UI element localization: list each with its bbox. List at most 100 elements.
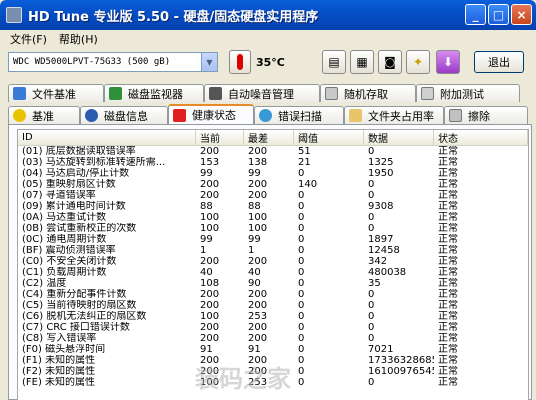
table-row[interactable]: (0B) 尝试重新校正的次数 100 100 0 0 正常 <box>18 223 528 234</box>
cell-id: (0A) 马达重试计数 <box>22 212 107 223</box>
table-row[interactable]: (C0) 不安全关闭计数 200 200 0 342 正常 <box>18 256 528 267</box>
table-row[interactable]: (03) 马达旋转到标准转速所需... 153 138 21 1325 正常 <box>18 157 528 168</box>
copy-info-button[interactable]: ▦ <box>350 50 374 74</box>
cell-current: 108 <box>200 278 220 289</box>
table-row[interactable]: (F2) 未知的属性 200 200 0 16100976545 正常 <box>18 366 528 377</box>
table-row[interactable]: (F0) 磁头悬浮时间 91 91 0 7021 正常 <box>18 344 528 355</box>
cell-data: 0 <box>368 300 375 311</box>
save-button[interactable]: ⬇ <box>436 50 460 74</box>
cell-id: (F1) 未知的属性 <box>22 355 96 366</box>
exit-button[interactable]: 退出 <box>474 51 524 73</box>
options-button[interactable]: ✦ <box>406 50 430 74</box>
table-row[interactable]: (C6) 脱机无法纠正的扇区数 100 253 0 0 正常 <box>18 311 528 322</box>
cell-threshold: 0 <box>298 322 305 333</box>
tab-label: 擦除 <box>468 109 490 123</box>
cell-worst: 200 <box>248 355 268 366</box>
drive-select[interactable]: WDC WD5000LPVT-75G33 (500 gB) ▼ <box>8 52 218 72</box>
col-worst[interactable]: 最差 <box>244 130 294 145</box>
col-id[interactable]: ID <box>18 130 196 145</box>
table-row[interactable]: (C7) CRC 接口错误计数 200 200 0 0 正常 <box>18 322 528 333</box>
tab-label: 错误扫描 <box>278 109 322 123</box>
cell-worst: 200 <box>248 333 268 344</box>
eraser-icon <box>449 109 462 122</box>
cell-threshold: 0 <box>298 311 305 322</box>
folder-icon <box>349 109 362 122</box>
tab-file-benchmark[interactable]: 文件基准 <box>8 84 104 102</box>
cell-data: 480038 <box>368 267 407 278</box>
tab-random-access[interactable]: 随机存取 <box>320 84 416 102</box>
tab-disk-monitor[interactable]: 磁盘监视器 <box>104 84 204 102</box>
chevron-down-icon[interactable]: ▼ <box>201 53 217 71</box>
cell-threshold: 0 <box>298 300 305 311</box>
cell-data: 0 <box>368 179 375 190</box>
cell-data: 17336328685 <box>368 355 434 366</box>
tab-benchmark[interactable]: 基准 <box>8 106 80 124</box>
maximize-button[interactable]: □ <box>488 4 509 25</box>
col-threshold[interactable]: 阈值 <box>294 130 364 145</box>
cell-worst: 200 <box>248 289 268 300</box>
file-benchmark-icon <box>13 87 26 100</box>
cell-status: 正常 <box>438 146 458 157</box>
copy-text-button[interactable]: ▤ <box>322 50 346 74</box>
cell-id: (04) 马达启动/停止计数 <box>22 168 130 179</box>
table-row[interactable]: (C4) 重新分配事件计数 200 200 0 0 正常 <box>18 289 528 300</box>
table-row[interactable]: (C5) 当前待映射的扇区数 200 200 0 0 正常 <box>18 300 528 311</box>
table-row[interactable]: (C1) 负载周期计数 40 40 0 480038 正常 <box>18 267 528 278</box>
tab-error-scan[interactable]: 错误扫描 <box>254 106 344 124</box>
tab-extra-tests[interactable]: 附加测试 <box>416 84 520 102</box>
table-row[interactable]: (04) 马达启动/停止计数 99 99 0 1950 正常 <box>18 168 528 179</box>
cell-data: 16100976545 <box>368 366 434 377</box>
cell-current: 1 <box>200 245 207 256</box>
tab-disk-info[interactable]: 磁盘信息 <box>80 106 168 124</box>
minimize-button[interactable]: _ <box>465 4 486 25</box>
menu-help[interactable]: 帮助(H) <box>53 31 104 47</box>
close-button[interactable]: × <box>511 4 532 25</box>
cell-worst: 200 <box>248 190 268 201</box>
table-row[interactable]: (BF) 震动侦测错误率 1 1 0 12458 正常 <box>18 245 528 256</box>
tab-aam[interactable]: 自动噪音管理 <box>204 84 320 102</box>
screenshot-button[interactable]: ◙ <box>378 50 402 74</box>
cell-current: 200 <box>200 333 220 344</box>
table-row[interactable]: (07) 寻道错误率 200 200 0 0 正常 <box>18 190 528 201</box>
save-icon: ⬇ <box>442 55 454 69</box>
cell-id: (C6) 脱机无法纠正的扇区数 <box>22 311 147 322</box>
tab-erase[interactable]: 擦除 <box>444 106 528 124</box>
table-row[interactable]: (01) 底层数据读取错误率 200 200 51 0 正常 <box>18 146 528 157</box>
cell-threshold: 0 <box>298 333 305 344</box>
cell-status: 正常 <box>438 311 458 322</box>
tab-health[interactable]: 健康状态 <box>168 104 254 124</box>
tab-label: 健康状态 <box>192 109 236 122</box>
tab-folder-usage[interactable]: 文件夹占用率 <box>344 106 444 124</box>
table-row[interactable]: (0C) 通电周期计数 99 99 0 1897 正常 <box>18 234 528 245</box>
cell-data: 9308 <box>368 201 394 212</box>
col-data[interactable]: 数据 <box>364 130 434 145</box>
cell-status: 正常 <box>438 245 458 256</box>
table-row[interactable]: (09) 累计通电时间计数 88 88 0 9308 正常 <box>18 201 528 212</box>
cell-id: (F0) 磁头悬浮时间 <box>22 344 106 355</box>
cell-threshold: 0 <box>298 223 305 234</box>
table-row[interactable]: (F1) 未知的属性 200 200 0 17336328685 正常 <box>18 355 528 366</box>
health-cross-icon <box>173 108 186 122</box>
cell-threshold: 21 <box>298 157 311 168</box>
table-row[interactable]: (FE) 未知的属性 100 253 0 0 正常 <box>18 377 528 388</box>
cell-status: 正常 <box>438 377 458 388</box>
cell-current: 200 <box>200 190 220 201</box>
table-header: ID 当前 最差 阈值 数据 状态 <box>18 130 528 146</box>
cell-threshold: 140 <box>298 179 318 190</box>
table-row[interactable]: (0A) 马达重试计数 100 100 0 0 正常 <box>18 212 528 223</box>
cell-id: (03) 马达旋转到标准转速所需... <box>22 157 166 168</box>
cell-status: 正常 <box>438 234 458 245</box>
col-status[interactable]: 状态 <box>434 130 528 145</box>
col-current[interactable]: 当前 <box>196 130 244 145</box>
cell-status: 正常 <box>438 267 458 278</box>
menu-file[interactable]: 文件(F) <box>4 31 53 47</box>
cell-worst: 138 <box>248 157 268 168</box>
cell-data: 1950 <box>368 168 394 179</box>
drive-select-value: WDC WD5000LPVT-75G33 (500 gB) <box>13 57 171 67</box>
table-row[interactable]: (05) 重映射扇区计数 200 200 140 0 正常 <box>18 179 528 190</box>
table-row[interactable]: (C8) 写入错误率 200 200 0 0 正常 <box>18 333 528 344</box>
table-row[interactable]: (C2) 温度 108 90 0 35 正常 <box>18 278 528 289</box>
cell-worst: 253 <box>248 377 268 388</box>
cell-id: (01) 底层数据读取错误率 <box>22 146 136 157</box>
tab-row-bottom: 基准 磁盘信息 健康状态 错误扫描 文件夹占用率 擦除 <box>8 104 528 124</box>
